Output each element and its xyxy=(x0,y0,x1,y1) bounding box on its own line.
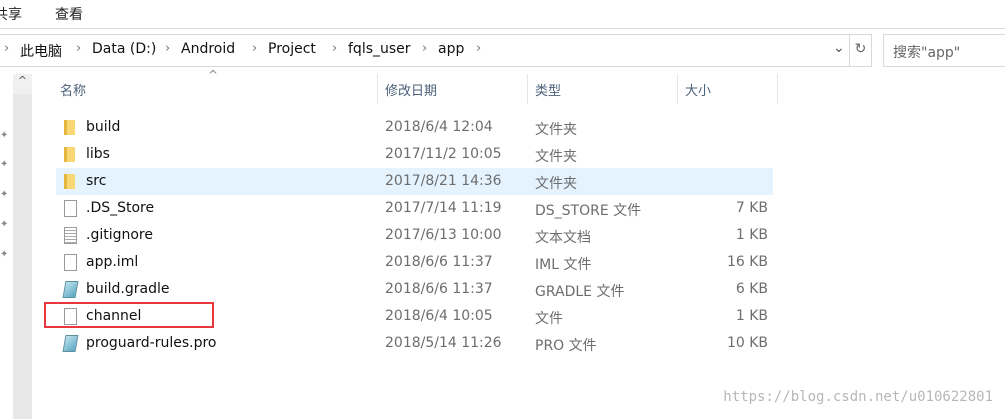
folder-icon xyxy=(64,174,75,189)
file-size: 1 KB xyxy=(735,227,768,243)
file-row[interactable]: .DS_Store 2017/7/14 11:19 DS_STORE 文件 7 … xyxy=(56,195,773,222)
file-date: 2017/6/13 10:00 xyxy=(385,227,502,243)
file-name: .gitignore xyxy=(86,227,153,243)
file-date: 2017/11/2 10:05 xyxy=(385,146,502,162)
file-row[interactable]: proguard-rules.pro 2018/5/14 11:26 PRO 文… xyxy=(56,330,773,357)
chevron-down-icon[interactable]: ⌄ xyxy=(833,40,845,56)
scrollbar[interactable] xyxy=(13,74,32,419)
menu-view[interactable]: 查看 xyxy=(55,4,83,24)
chevron-right-icon[interactable]: › xyxy=(422,41,427,56)
file-name: proguard-rules.pro xyxy=(86,335,217,351)
file-name: build.gradle xyxy=(86,281,170,297)
file-icon xyxy=(64,254,77,271)
chevron-right-icon[interactable]: › xyxy=(332,41,337,56)
gradle-icon xyxy=(62,281,79,298)
breadcrumb-item[interactable]: Data (D:) xyxy=(92,41,156,57)
file-type: DS_STORE 文件 xyxy=(535,203,642,219)
folder-icon xyxy=(64,147,75,162)
file-date: 2018/6/4 10:05 xyxy=(385,308,493,324)
scroll-up-button[interactable]: ^ xyxy=(13,74,32,94)
file-row[interactable]: app.iml 2018/6/6 11:37 IML 文件 16 KB xyxy=(56,249,773,276)
sort-ascending-icon: ^ xyxy=(208,68,219,82)
breadcrumb-item[interactable]: 此电脑 xyxy=(20,41,62,61)
breadcrumb-item[interactable]: fqls_user xyxy=(348,41,411,57)
file-date: 2018/6/6 11:37 xyxy=(385,254,493,270)
file-type: GRADLE 文件 xyxy=(535,284,625,300)
chevron-right-icon[interactable]: › xyxy=(252,41,257,56)
watermark: https://blog.csdn.net/u010622801 xyxy=(723,389,993,405)
column-separator[interactable] xyxy=(777,74,778,104)
pin-icon: ✦ xyxy=(0,189,9,200)
chevron-right-icon[interactable]: › xyxy=(4,41,9,56)
refresh-icon: ↻ xyxy=(854,41,867,57)
divider xyxy=(0,28,1005,29)
file-size: 6 KB xyxy=(735,281,768,297)
file-icon xyxy=(64,200,77,217)
gradle-icon xyxy=(62,335,79,352)
file-size: 16 KB xyxy=(726,254,768,270)
file-row[interactable]: src 2017/8/21 14:36 文件夹 xyxy=(56,168,773,195)
pin-icon: ✦ xyxy=(0,130,9,141)
menu-share[interactable]: 共享 xyxy=(0,4,22,24)
search-input[interactable]: 搜索"app" xyxy=(883,34,1005,67)
file-row[interactable]: .gitignore 2017/6/13 10:00 文本文档 1 KB xyxy=(56,222,773,249)
search-placeholder: 搜索"app" xyxy=(893,45,961,61)
file-row[interactable]: build 2018/6/4 12:04 文件夹 xyxy=(56,114,773,141)
file-name: src xyxy=(86,173,107,189)
navigation-pane xyxy=(0,67,13,419)
file-date: 2018/5/14 11:26 xyxy=(385,335,502,351)
column-separator[interactable] xyxy=(677,74,678,104)
file-row[interactable]: libs 2017/11/2 10:05 文件夹 xyxy=(56,141,773,168)
file-type: 文件 xyxy=(535,311,563,327)
file-date: 2017/7/14 11:19 xyxy=(385,200,502,216)
file-size: 1 KB xyxy=(735,308,768,324)
refresh-button[interactable]: ↻ xyxy=(849,34,872,67)
file-date: 2018/6/6 11:37 xyxy=(385,281,493,297)
file-name: .DS_Store xyxy=(86,200,155,216)
file-type: IML 文件 xyxy=(535,257,592,273)
highlight-box xyxy=(44,302,214,328)
column-separator[interactable] xyxy=(527,74,528,104)
file-size: 7 KB xyxy=(735,200,768,216)
chevron-right-icon[interactable]: › xyxy=(476,41,481,56)
file-type: 文件夹 xyxy=(535,149,577,165)
file-type: PRO 文件 xyxy=(535,338,597,354)
folder-icon xyxy=(64,120,75,135)
file-name: app.iml xyxy=(86,254,139,270)
chevron-right-icon[interactable]: › xyxy=(165,41,170,56)
file-type: 文本文档 xyxy=(535,230,591,246)
file-date: 2018/6/4 12:04 xyxy=(385,119,493,135)
breadcrumb-item[interactable]: app xyxy=(438,41,464,57)
column-header-name[interactable]: 名称 xyxy=(60,80,86,99)
file-name: build xyxy=(86,119,121,135)
file-size: 10 KB xyxy=(726,335,768,351)
chevron-right-icon[interactable]: › xyxy=(76,41,81,56)
pin-icon: ✦ xyxy=(0,219,9,230)
breadcrumb-item[interactable]: Android xyxy=(181,41,235,57)
pin-icon: ✦ xyxy=(0,249,9,260)
breadcrumb-item[interactable]: Project xyxy=(268,41,316,57)
file-type: 文件夹 xyxy=(535,176,577,192)
file-date: 2017/8/21 14:36 xyxy=(385,173,502,189)
column-separator[interactable] xyxy=(377,74,378,104)
column-header-size[interactable]: 大小 xyxy=(685,80,711,99)
file-row[interactable]: build.gradle 2018/6/6 11:37 GRADLE 文件 6 … xyxy=(56,276,773,303)
column-header-type[interactable]: 类型 xyxy=(535,80,561,99)
pin-icon: ✦ xyxy=(0,159,9,170)
file-name: libs xyxy=(86,146,110,162)
text-icon xyxy=(64,227,77,244)
file-type: 文件夹 xyxy=(535,122,577,138)
column-header-date[interactable]: 修改日期 xyxy=(385,80,437,99)
